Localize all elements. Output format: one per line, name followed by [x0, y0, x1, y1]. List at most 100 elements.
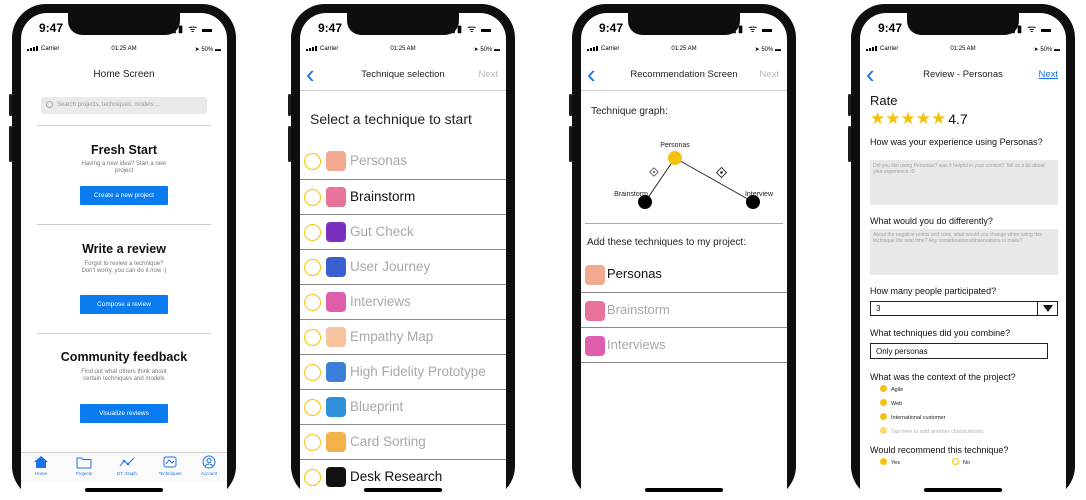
- radio-unchecked-icon[interactable]: [304, 364, 321, 381]
- graph-icon: [119, 457, 135, 467]
- interview-icon: [585, 336, 605, 356]
- tab-dt-graph[interactable]: DT Graph: [109, 455, 145, 476]
- tab-home[interactable]: Home: [23, 455, 59, 476]
- compose-review-button[interactable]: Compose a review: [80, 295, 168, 314]
- divider: [37, 224, 211, 225]
- tab-techniques[interactable]: Techniques: [152, 455, 188, 476]
- differently-textarea[interactable]: About the negative points and cons, what…: [870, 229, 1058, 275]
- status-time: 9:47: [39, 21, 64, 35]
- star-rating[interactable]: ★★★★★ 4.7: [870, 109, 968, 129]
- no-label: No: [963, 460, 971, 466]
- fresh-start-subtitle: Having a new idea? Start a new project: [81, 161, 167, 174]
- radio-unchecked-icon[interactable]: [304, 469, 321, 486]
- context-label: Agile: [891, 387, 904, 393]
- nav-title: Recommendation Screen: [630, 69, 738, 80]
- recommendation-screen: 9:47 ▮▮▮ ᯤ ▬ Carrier 01:25 AM ➤ 50% ▬ ‹ …: [581, 13, 787, 500]
- gut-check-icon: [326, 222, 346, 242]
- question-recommend: Would recommend this technique?: [870, 445, 1009, 455]
- write-review-subtitle: Forgot to review a technique? Don't worr…: [81, 261, 167, 274]
- experience-textarea[interactable]: Did you like using Personas? was it help…: [870, 160, 1058, 205]
- cards-icon: [326, 432, 346, 452]
- visualize-reviews-button[interactable]: Visualize reviews: [80, 404, 168, 423]
- recommended-technique-row[interactable]: Personas: [581, 257, 787, 292]
- graph-node-personas[interactable]: [668, 151, 682, 165]
- prototype-icon: [326, 362, 346, 382]
- battery-icon: ▬: [775, 47, 781, 53]
- account-icon: [202, 455, 216, 469]
- question-combine: What techniques did you combine?: [870, 328, 1011, 338]
- no-option[interactable]: No: [952, 458, 970, 466]
- technique-row[interactable]: Personas: [300, 144, 506, 179]
- radio-unchecked-icon[interactable]: [304, 153, 321, 170]
- edge-diamond-icon: [649, 167, 659, 177]
- tab-account[interactable]: Account: [191, 455, 227, 476]
- next-button[interactable]: Next: [759, 69, 779, 80]
- persona-icon: [326, 151, 346, 171]
- section-heading: Select a technique to start: [310, 111, 472, 127]
- home-indicator: [85, 488, 163, 492]
- battery-label: 50%: [761, 47, 774, 53]
- radio-unchecked-icon[interactable]: [304, 434, 321, 451]
- empathy-icon: [326, 327, 346, 347]
- context-item[interactable]: Web: [880, 399, 902, 407]
- radio-checked-icon: [880, 458, 887, 465]
- radio-unchecked-icon[interactable]: [304, 224, 321, 241]
- context-item[interactable]: Agile: [880, 385, 903, 393]
- rate-label: Rate: [870, 93, 898, 108]
- technique-label: Empathy Map: [350, 329, 434, 344]
- technique-label: Interviews: [607, 337, 666, 352]
- people-value: 3: [876, 304, 881, 313]
- combine-input[interactable]: Only personas: [870, 343, 1048, 359]
- brain-icon: [326, 187, 346, 207]
- status-time: 9:47: [599, 21, 624, 35]
- technique-label: Personas: [607, 266, 662, 281]
- radio-checked-icon: [880, 413, 887, 420]
- tab-projects[interactable]: Projects: [66, 455, 102, 476]
- radio-unchecked-icon[interactable]: [304, 259, 321, 276]
- edge-diamond-icon: [715, 166, 728, 179]
- technique-row[interactable]: Empathy Map: [300, 319, 506, 354]
- recommended-technique-row[interactable]: Interviews: [581, 327, 787, 362]
- technique-row[interactable]: Card Sorting: [300, 424, 506, 459]
- question-context: What was the context of the project?: [870, 372, 1016, 382]
- journey-icon: [326, 257, 346, 277]
- graph-label: Technique graph:: [591, 106, 668, 117]
- phone-review: 9:47 ▮▮▮ ᯤ ▬ Carrier 01:25 AM ➤ 50% ▬ ‹ …: [848, 4, 1075, 500]
- create-project-button[interactable]: Create a new project: [80, 186, 168, 205]
- technique-label: Brainstorm: [350, 189, 416, 204]
- fresh-start-title: Fresh Start: [91, 143, 157, 157]
- technique-graph: Personas Brainstorm Interview: [614, 142, 774, 209]
- stars-icon: ★★★★★: [870, 109, 947, 128]
- radio-unchecked-icon[interactable]: [304, 294, 321, 311]
- technique-row[interactable]: Brainstorm: [300, 179, 506, 214]
- next-button[interactable]: Next: [478, 69, 498, 80]
- tab-label: Projects: [75, 471, 93, 476]
- technique-row[interactable]: Blueprint: [300, 389, 506, 424]
- battery-label: 50%: [480, 47, 493, 53]
- technique-row[interactable]: High Fidelity Prototype: [300, 354, 506, 389]
- yes-option[interactable]: Yes: [880, 458, 900, 466]
- context-item[interactable]: International customer: [880, 413, 945, 421]
- technique-row[interactable]: Gut Check: [300, 214, 506, 249]
- tab-label: Account: [200, 471, 218, 476]
- persona-icon: [585, 265, 605, 285]
- radio-unchecked-icon[interactable]: [304, 189, 321, 206]
- community-subtitle: Find out what others think about certain…: [81, 369, 167, 382]
- next-button[interactable]: Next: [1038, 69, 1058, 80]
- recommended-technique-row[interactable]: Brainstorm: [581, 292, 787, 327]
- people-select[interactable]: 3: [870, 301, 1058, 316]
- home-indicator: [364, 488, 442, 492]
- add-context-item[interactable]: Tap here to add another characteristic: [880, 427, 983, 435]
- notch: [347, 13, 459, 35]
- review-screen: 9:47 ▮▮▮ ᯤ ▬ Carrier 01:25 AM ➤ 50% ▬ ‹ …: [860, 13, 1066, 500]
- community-title: Community feedback: [60, 350, 188, 364]
- technique-label: Card Sorting: [350, 434, 426, 449]
- location-icon: ➤: [194, 47, 200, 53]
- radio-unchecked-icon[interactable]: [304, 329, 321, 346]
- technique-row[interactable]: Interviews: [300, 284, 506, 319]
- technique-row[interactable]: User Journey: [300, 249, 506, 284]
- graph-label-interview: Interview: [745, 191, 774, 198]
- search-input[interactable]: Search projects, techniques, models ...: [41, 97, 207, 114]
- radio-unchecked-icon[interactable]: [304, 399, 321, 416]
- location-icon: ➤: [473, 47, 479, 53]
